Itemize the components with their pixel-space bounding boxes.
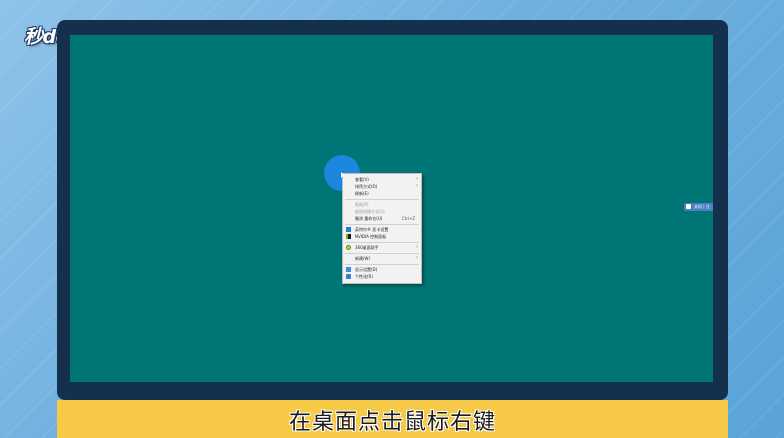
menu-item-label: 英特尔® 显卡设置	[355, 227, 389, 232]
desktop[interactable]: 查看(V) › 排序方式(O) › 刷新(E) 粘贴(P) 粘贴快捷方式(S) …	[70, 35, 713, 382]
menu-item-intel-graphics[interactable]: 英特尔® 显卡设置	[343, 226, 421, 233]
menu-item-label: 显示设置(D)	[355, 267, 378, 272]
menu-item-paste-shortcut[interactable]: 粘贴快捷方式(S)	[343, 208, 421, 215]
submenu-arrow-icon: ›	[416, 183, 418, 189]
personalize-icon	[346, 274, 351, 279]
menu-item-view[interactable]: 查看(V) ›	[343, 176, 421, 183]
360-icon	[346, 245, 351, 250]
menu-item-360-desktop[interactable]: 360桌面助手 ›	[343, 244, 421, 251]
menu-item-label: 刷新(E)	[355, 191, 369, 196]
monitor-frame: 查看(V) › 排序方式(O) › 刷新(E) 粘贴(P) 粘贴快捷方式(S) …	[57, 20, 728, 400]
menu-separator	[345, 224, 419, 225]
menu-item-label: 查看(V)	[355, 177, 369, 182]
menu-item-label: 新建(W)	[355, 256, 371, 261]
menu-separator	[345, 242, 419, 243]
menu-separator	[345, 264, 419, 265]
menu-item-personalize[interactable]: 个性化(R)	[343, 273, 421, 280]
intel-graphics-icon	[346, 227, 351, 232]
menu-item-new[interactable]: 新建(W) ›	[343, 255, 421, 262]
menu-item-label: 撤消 重命名(U)	[355, 216, 383, 221]
display-icon	[346, 267, 351, 272]
menu-item-label: 粘贴快捷方式(S)	[355, 209, 385, 214]
submenu-arrow-icon: ›	[416, 244, 418, 250]
context-menu: 查看(V) › 排序方式(O) › 刷新(E) 粘贴(P) 粘贴快捷方式(S) …	[342, 173, 422, 284]
menu-item-sort-by[interactable]: 排序方式(O) ›	[343, 183, 421, 190]
menu-separator	[345, 199, 419, 200]
nvidia-icon	[346, 234, 351, 239]
menu-item-label: 360桌面助手	[355, 245, 379, 250]
toolbar-app-icon	[686, 204, 691, 209]
floating-toolbar[interactable]: 关机 | 注	[684, 203, 713, 211]
toolbar-label: 关机 | 注	[694, 204, 710, 209]
subtitle-caption: 在桌面点击鼠标右键	[288, 410, 496, 435]
menu-item-nvidia-control-panel[interactable]: NVIDIA 控制面板	[343, 233, 421, 240]
menu-item-label: 排序方式(O)	[355, 184, 378, 189]
submenu-arrow-icon: ›	[416, 255, 418, 261]
menu-separator	[345, 253, 419, 254]
menu-item-label: NVIDIA 控制面板	[355, 234, 387, 239]
menu-item-refresh[interactable]: 刷新(E)	[343, 190, 421, 197]
menu-item-undo-rename[interactable]: 撤消 重命名(U) Ctrl+Z	[343, 215, 421, 222]
menu-item-paste[interactable]: 粘贴(P)	[343, 201, 421, 208]
menu-item-label: 个性化(R)	[355, 274, 373, 279]
submenu-arrow-icon: ›	[416, 176, 418, 182]
menu-item-label: 粘贴(P)	[355, 202, 369, 207]
menu-item-display-settings[interactable]: 显示设置(D)	[343, 266, 421, 273]
subtitle-bar: 在桌面点击鼠标右键	[57, 400, 728, 438]
menu-item-shortcut: Ctrl+Z	[401, 216, 415, 221]
mouse-pointer-icon	[341, 172, 344, 178]
